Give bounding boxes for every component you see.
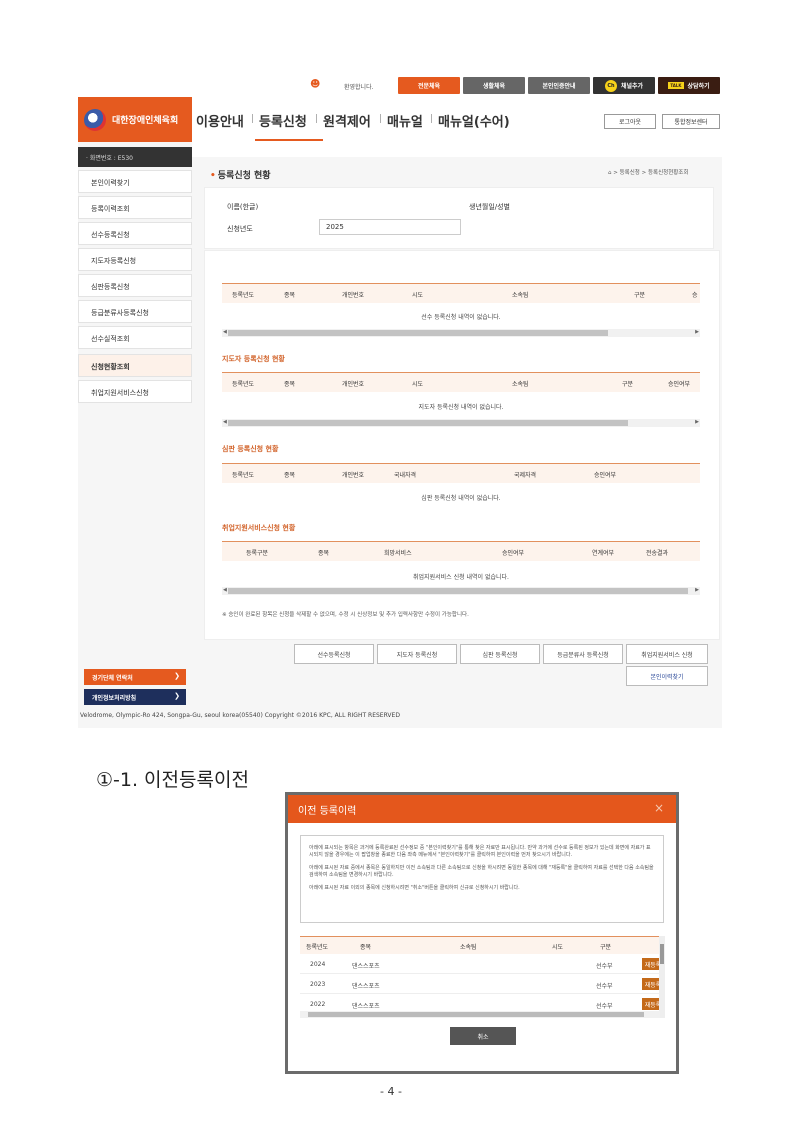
info-center-button[interactable]: 통합정보센터 [662, 114, 720, 129]
referee-empty-message: 심판 등록신청 내역이 없습니다. [421, 495, 501, 502]
sidebar-item-classifier[interactable]: 등급분류사등록신청 [78, 300, 192, 323]
scroll-right-icon: ▶ [695, 419, 699, 425]
footer-copyright: Velodrome, Olympic-Ro 424, Songpa-Gu, se… [80, 712, 400, 719]
job-table-header: 등록구분 종목 희망서비스 승인여부 연계여부 전송결과 [222, 541, 700, 561]
breadcrumb: ⌂ > 등록신청 > 등록신청현황조회 [608, 170, 689, 176]
coach-table-header: 등록년도 종목 개인번호 시도 소속팀 구분 승인여부 [222, 372, 700, 392]
nav-item-manual-sign[interactable]: 매뉴얼(수어) [438, 111, 510, 130]
chevron-right-icon: ❯ [174, 692, 180, 700]
approval-notice: ※ 승인이 완료된 항목은 신청을 삭제할 수 없으며, 수정 시 신상정보 및… [222, 612, 469, 618]
portal-screenshot: ☻ 환영합니다. 전문체육 생활체육 본인인증안내 Ch 채널추가 TALK 상… [78, 72, 722, 728]
emblem-icon [84, 108, 106, 131]
section-heading: ①-1. 이전등록이전 [96, 769, 249, 791]
cancel-button[interactable]: 취소 [450, 1027, 516, 1045]
close-icon[interactable]: × [654, 801, 664, 815]
referee-register-button[interactable]: 심판 등록신청 [460, 644, 540, 664]
name-label: 이름(한글) [227, 203, 259, 211]
org-logo[interactable]: 대한장애인체육회 [78, 97, 192, 142]
page-title: 등록신청 현황 [210, 168, 271, 181]
referee-table-header: 등록년도 종목 개인번호 국내자격 국제자격 승인여부 [222, 463, 700, 483]
table-row: 2024 댄스스포츠 선수부 재등록 [300, 954, 664, 974]
table-vertical-scrollbar[interactable] [659, 936, 665, 1018]
nav-separator: | [379, 114, 383, 124]
birth-label: 생년월일/성별 [469, 203, 510, 211]
applicant-info: 이름(한글) 생년월일/성별 신청년도 [204, 187, 714, 249]
nav-active-indicator [255, 139, 323, 141]
sidebar-item-history[interactable]: 등록이력조회 [78, 196, 192, 219]
top-utility-bar: ☻ 환영합니다. 전문체육 생활체육 본인인증안내 Ch 채널추가 TALK 상… [78, 72, 722, 98]
privacy-policy-button[interactable]: 개인정보처리방침 ❯ [84, 689, 186, 705]
life-sports-button[interactable]: 생활체육 [463, 77, 525, 94]
table-horizontal-scrollbar[interactable] [300, 1011, 660, 1018]
sidebar-item-referee[interactable]: 심판등록신청 [78, 274, 192, 297]
sidebar-item-results[interactable]: 선수실적조회 [78, 326, 192, 349]
find-history-button[interactable]: 본인이력찾기 [626, 666, 708, 686]
auth-guide-button[interactable]: 본인인증안내 [528, 77, 590, 94]
athlete-table-header: 등록년도 종목 개인번호 시도 소속팀 구분 승 [222, 283, 700, 303]
sidebar-item-job[interactable]: 취업지원서비스신청 [78, 380, 192, 403]
nav-item-remote[interactable]: 원격제어 [323, 111, 371, 130]
sidebar-item-status[interactable]: 신청현황조회 [78, 354, 192, 377]
modal-header: 이전 등록이력 × [288, 795, 676, 823]
referee-section-title: 심판 등록신청 현황 [222, 445, 279, 453]
chevron-right-icon: ❯ [174, 672, 180, 680]
modal-title: 이전 등록이력 [298, 806, 357, 817]
nav-item-register[interactable]: 등록신청 [259, 111, 307, 130]
expert-sports-button[interactable]: 전문체육 [398, 77, 460, 94]
scroll-right-icon: ▶ [695, 587, 699, 593]
year-input[interactable]: 2025 [319, 219, 461, 235]
screen-number: · 화면번호 : E530 [78, 147, 192, 167]
main-nav: 이용안내 | 등록신청 | 원격제어 | 매뉴얼 | 매뉴얼(수어) 로그아웃 … [192, 97, 722, 157]
classifier-register-button[interactable]: 등급분류사 등록신청 [543, 644, 623, 664]
coach-section-title: 지도자 등록신청 현황 [222, 355, 285, 363]
table-row: 2023 댄스스포츠 선수부 재등록 [300, 974, 664, 994]
job-scrollbar[interactable]: ◀ ▶ [222, 587, 700, 595]
nav-item-guide[interactable]: 이용안내 [196, 111, 244, 130]
nav-separator: | [251, 114, 255, 124]
modal-guide-text: 아래에 표시되는 항목은 과거에 등록완료된 선수정보 중 "본인이력찾기"를 … [300, 835, 664, 923]
coach-register-button[interactable]: 지도자 등록신청 [377, 644, 457, 664]
history-modal: 이전 등록이력 × 아래에 표시되는 항목은 과거에 등록완료된 선수정보 중 … [288, 795, 676, 1071]
athlete-register-button[interactable]: 선수등록신청 [294, 644, 374, 664]
scroll-left-icon: ◀ [223, 329, 227, 335]
scroll-right-icon: ▶ [695, 329, 699, 335]
consult-button[interactable]: TALK 상담하기 [658, 77, 720, 94]
user-icon: ☻ [310, 79, 321, 90]
sidebar-item-athlete[interactable]: 선수등록신청 [78, 222, 192, 245]
athlete-empty-message: 선수 등록신청 내역이 없습니다. [421, 314, 501, 321]
coach-scrollbar[interactable]: ◀ ▶ [222, 419, 700, 427]
nav-item-manual[interactable]: 매뉴얼 [387, 111, 423, 130]
athlete-scrollbar[interactable]: ◀ ▶ [222, 329, 700, 337]
channel-add-button[interactable]: Ch 채널추가 [593, 77, 655, 94]
scroll-left-icon: ◀ [223, 419, 227, 425]
job-section-title: 취업지원서비스신청 현황 [222, 524, 296, 532]
nav-separator: | [315, 114, 319, 124]
job-empty-message: 취업지원서비스 신청 내역이 없습니다. [413, 574, 509, 581]
status-list [204, 250, 720, 640]
coach-empty-message: 지도자 등록신청 내역이 없습니다. [418, 404, 504, 411]
sidebar-item-coach[interactable]: 지도자등록신청 [78, 248, 192, 271]
sidebar-item-find-history[interactable]: 본인이력찾기 [78, 170, 192, 193]
welcome-text: 환영합니다. [344, 84, 374, 91]
logout-button[interactable]: 로그아웃 [604, 114, 656, 129]
channel-icon: Ch [604, 79, 617, 92]
talk-icon: TALK [668, 82, 684, 89]
year-label: 신청년도 [227, 225, 253, 233]
history-modal-screenshot: 이전 등록이력 × 아래에 표시되는 항목은 과거에 등록완료된 선수정보 중 … [285, 792, 679, 1074]
history-table-header: 등록년도 종목 소속팀 시도 구분 [300, 936, 660, 954]
federation-contact-button[interactable]: 경기단체 연락처 ❯ [84, 669, 186, 685]
job-register-button[interactable]: 취업지원서비스 신청 [626, 644, 708, 664]
home-icon: ⌂ [608, 170, 612, 176]
scroll-left-icon: ◀ [223, 587, 227, 593]
page-number: - 4 - [380, 1085, 402, 1098]
nav-separator: | [430, 114, 434, 124]
